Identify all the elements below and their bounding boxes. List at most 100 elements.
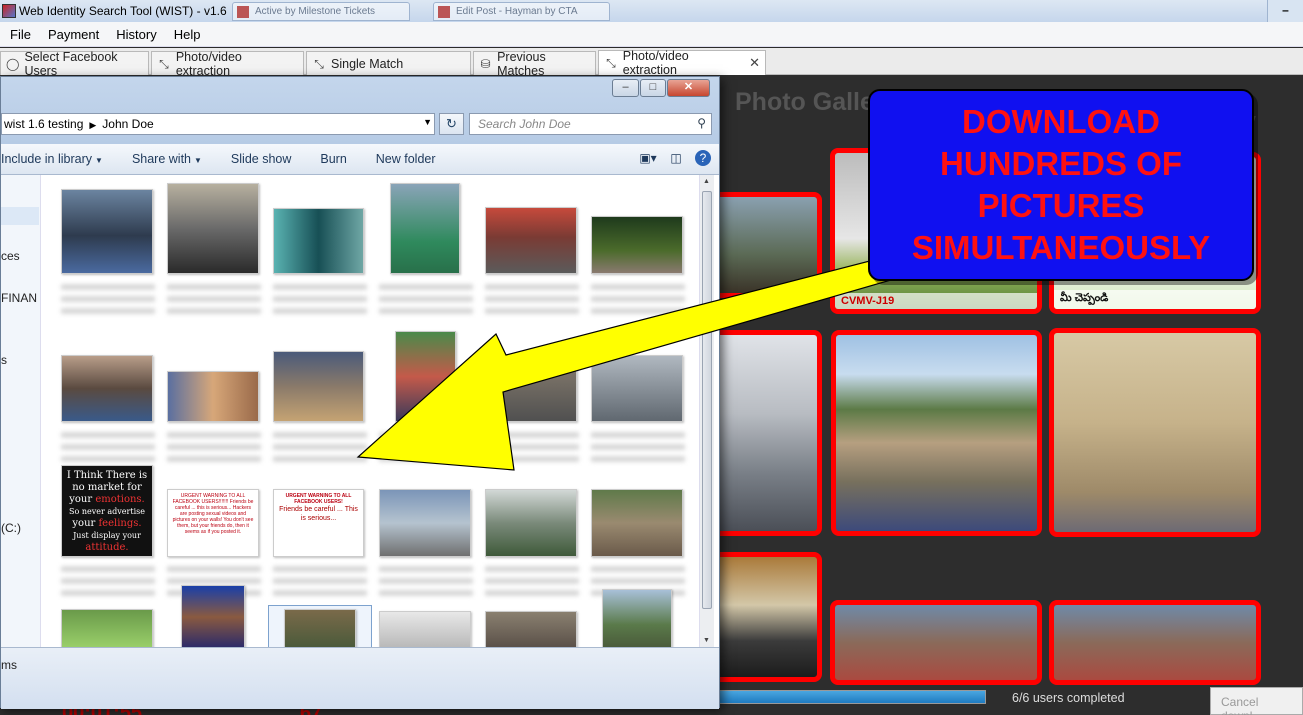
nav-item[interactable]: FINAN [1,291,37,305]
photo-thumbnail[interactable] [61,609,153,647]
promo-line: SIMULTANEOUSLY [911,229,1211,266]
tab-photo-video-extraction-active[interactable]: ⤡ Photo/video extraction ✕ [598,49,766,77]
photo-thumbnail[interactable] [485,207,577,274]
blurred-filename [167,429,261,465]
warning-image-thumbnail[interactable]: URGENT WARNING TO ALL FACEBOOK USERS!!!!… [167,489,259,557]
search-icon: ⚲ [697,116,706,130]
address-bar[interactable]: wist 1.6 testing ▶ John Doe ▼ [1,113,435,135]
refresh-button[interactable]: ↻ [439,113,464,135]
page-icon [438,6,450,18]
photo-thumbnail[interactable] [591,216,683,274]
command-bar: Include in library ▼ Share with ▼ Slide sh… [1,144,719,175]
chevron-down-icon: ▼ [95,156,103,165]
menu-bar: File Payment History Help [0,22,1303,47]
burn-button[interactable]: Burn [320,152,346,166]
extract-icon: ⤡ [606,56,616,70]
user-icon: ◯ [6,56,20,71]
photo-thumbnail[interactable] [167,371,259,422]
photo-thumbnail[interactable] [273,351,364,422]
menu-payment[interactable]: Payment [48,27,99,42]
browser-tab-ghost[interactable]: Edit Post - Hayman by CTA [433,2,610,21]
photo-thumbnail[interactable] [379,611,471,647]
breadcrumb-separator-icon: ▶ [89,120,97,130]
new-folder-button[interactable]: New folder [376,152,436,166]
download-progress-bar [710,690,986,704]
photo-thumbnail[interactable] [61,355,153,422]
gallery-thumb[interactable] [831,330,1042,536]
tab-single-match[interactable]: ⤡ Single Match [306,51,471,75]
blurred-filename [485,429,579,465]
warning-image-thumbnail[interactable]: URGENT WARNING TO ALL FACEBOOK USERS! Fr… [273,489,364,557]
photo-thumbnail[interactable] [181,585,245,647]
blurred-filename [379,563,473,599]
thumb-caption: మీ చెప్పండి [1054,290,1256,309]
minimize-button[interactable]: – [1267,0,1303,22]
photo-thumbnail[interactable] [61,189,153,274]
tab-strip: ◯ Select Facebook Users ⤡ Photo/video extr… [0,48,1303,78]
promo-line: PICTURES [977,187,1145,224]
blurred-filename [485,281,579,317]
gallery-thumb[interactable] [1049,328,1261,537]
blurred-filename [379,281,473,317]
promo-annotation-box: DOWNLOAD HUNDREDS OF PICTURES SIMULTANEO… [868,89,1254,281]
photo-thumbnail[interactable] [273,208,364,274]
gallery-thumb[interactable] [710,552,822,682]
gallery-thumb[interactable] [710,330,822,536]
preview-pane-icon[interactable]: ◫ [667,150,685,166]
explorer-window: – □ ✕ wist 1.6 testing ▶ John Doe ▼ ↻ Sear… [0,76,720,709]
chevron-down-icon[interactable]: ▼ [423,117,432,127]
photo-thumbnail[interactable] [485,355,577,422]
gallery-thumb[interactable] [830,600,1042,685]
nav-selected-item[interactable] [1,207,39,225]
share-with-button[interactable]: Share with ▼ [132,152,202,166]
help-icon[interactable]: ? [695,150,711,166]
gallery-thumb[interactable] [1049,600,1261,685]
item-count-text: ms [1,658,17,672]
tab-previous-matches[interactable]: ⛁ Previous Matches [473,50,596,78]
close-tab-icon[interactable]: ✕ [749,55,760,71]
gallery-thumb[interactable] [710,192,822,298]
photo-thumbnail[interactable] [485,489,577,557]
photo-thumbnail[interactable] [602,589,672,647]
blurred-filename [379,429,473,465]
blurred-filename [61,281,155,317]
explorer-close-button[interactable]: ✕ [667,79,710,97]
breadcrumb-current[interactable]: John Doe [102,117,153,131]
progress-fill [711,691,985,703]
blurred-filename [167,281,261,317]
browser-tab-ghost[interactable]: Active by Milestone Tickets [232,2,410,21]
photo-thumbnail[interactable] [390,183,460,274]
explorer-status-bar: ms [1,647,719,709]
scrollbar-thumb[interactable] [702,191,712,609]
view-options-icon[interactable]: ▣▾ [639,150,657,166]
nav-item[interactable]: s [1,353,7,367]
nav-item[interactable]: (C:) [1,521,21,535]
photo-thumbnail[interactable] [395,331,456,422]
menu-file[interactable]: File [10,27,31,42]
tab-select-facebook-users[interactable]: ◯ Select Facebook Users [0,50,149,78]
search-input[interactable]: Search John Doe ⚲ [469,113,712,135]
blurred-filename [61,429,155,465]
menu-help[interactable]: Help [174,27,201,42]
slide-show-button[interactable]: Slide show [231,152,291,166]
menu-history[interactable]: History [116,27,156,42]
blurred-filename [591,429,685,465]
include-in-library-button[interactable]: Include in library ▼ [1,152,103,166]
vertical-scrollbar[interactable]: ▲ ▼ [699,175,714,647]
photo-thumbnail[interactable] [591,355,683,422]
nav-item[interactable]: ces [1,249,20,263]
tab-photo-video-extraction[interactable]: ⤡ Photo/video extraction [151,50,304,78]
page-icon [237,6,249,18]
photo-thumbnail[interactable] [485,611,577,647]
cancel-download-button[interactable]: Cancel downl... [1210,687,1303,715]
explorer-maximize-button[interactable]: □ [640,79,666,97]
photo-thumbnail[interactable] [284,609,356,647]
photo-thumbnail[interactable] [167,183,259,274]
scroll-up-icon[interactable]: ▲ [703,178,710,185]
breadcrumb-folder[interactable]: wist 1.6 testing [4,117,83,131]
scroll-down-icon[interactable]: ▼ [703,637,710,644]
photo-thumbnail[interactable] [591,489,683,557]
quote-image-thumbnail[interactable]: I Think There is no market for your emot… [61,465,153,557]
explorer-minimize-button[interactable]: – [612,79,639,97]
photo-thumbnail[interactable] [379,489,471,557]
